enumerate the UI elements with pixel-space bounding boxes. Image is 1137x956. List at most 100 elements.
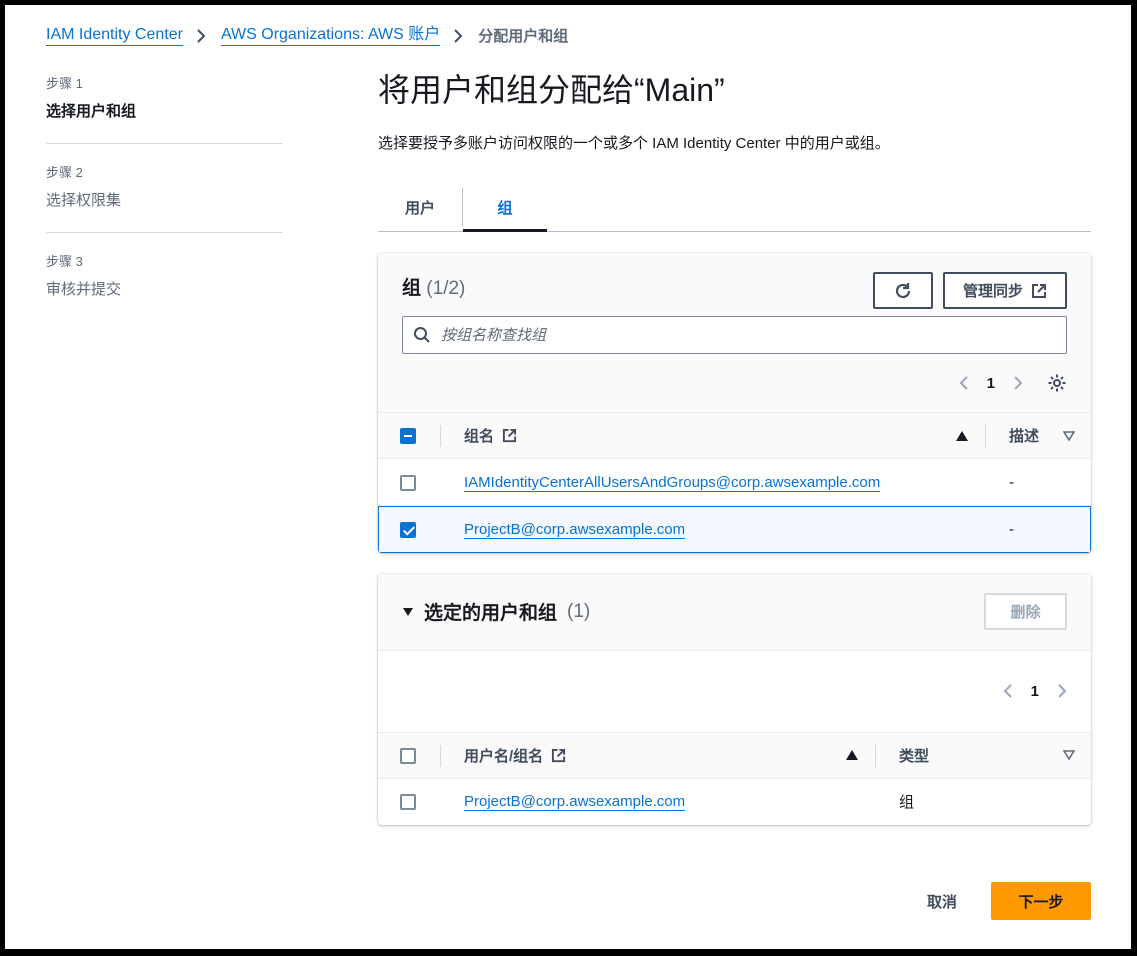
selected-table-header: 用户名/组名 类型	[378, 732, 1091, 778]
next-button[interactable]: 下一步	[991, 882, 1091, 920]
chevron-right-icon[interactable]	[1013, 375, 1023, 391]
table-row[interactable]: IAMIdentityCenterAllUsersAndGroups@corp.…	[378, 459, 1091, 506]
group-name-header[interactable]: 组名	[440, 413, 985, 459]
tab-users[interactable]: 用户	[378, 183, 462, 231]
wizard-step-1[interactable]: 步骤 1 选择用户和组	[46, 73, 283, 144]
group-name-link[interactable]: ProjectB@corp.awsexample.com	[464, 520, 686, 539]
type-cell: 组	[899, 794, 915, 812]
wizard-step-2: 步骤 2 选择权限集	[46, 162, 283, 233]
breadcrumb-link-identity-center[interactable]: IAM Identity Center	[46, 25, 183, 46]
table-row[interactable]: ProjectB@corp.awsexample.com -	[378, 505, 1091, 553]
refresh-button[interactable]	[872, 272, 933, 309]
user-group-name-header[interactable]: 用户名/组名	[440, 732, 875, 778]
row-checkbox-cell	[378, 459, 440, 506]
user-group-name-cell: ProjectB@corp.awsexample.com	[440, 778, 875, 825]
wizard-steps: 步骤 1 选择用户和组 步骤 2 选择权限集 步骤 3 审核并提交	[46, 73, 283, 339]
gear-icon[interactable]	[1047, 373, 1067, 393]
selected-panel-title[interactable]: 选定的用户和组 (1)	[402, 598, 590, 625]
user-group-name-link[interactable]: ProjectB@corp.awsexample.com	[464, 793, 686, 812]
main-content: 将用户和组分配给“Main” 选择要授予多账户访问权限的一个或多个 IAM Id…	[378, 70, 1091, 825]
column-divider	[985, 425, 986, 447]
group-search-input[interactable]	[441, 326, 1056, 344]
description-header-label: 描述	[1009, 428, 1040, 445]
selected-title-text: 选定的用户和组	[424, 603, 558, 624]
column-divider	[875, 744, 876, 767]
selected-pagination-row: 1	[378, 651, 1091, 732]
sort-ascending-icon	[955, 430, 969, 442]
type-header[interactable]: 类型	[875, 732, 1091, 778]
row-checkbox[interactable]	[400, 474, 416, 491]
groups-pagination-row: 1	[402, 354, 1067, 412]
tab-groups[interactable]: 组	[463, 183, 547, 232]
row-checkbox[interactable]	[400, 794, 416, 811]
row-checkbox[interactable]	[400, 521, 416, 538]
cancel-button[interactable]: 取消	[927, 891, 957, 912]
description-cell: -	[1009, 520, 1014, 538]
groups-title-text: 组	[402, 278, 422, 299]
groups-panel: 组 (1/2) 管理同步 按组名称查找组 1 组名 描述 IAMIdentity…	[378, 253, 1091, 553]
manage-sync-label: 管理同步	[962, 283, 1023, 300]
step-name: 选择权限集	[46, 192, 122, 209]
chevron-left-icon[interactable]	[959, 375, 969, 391]
manage-sync-button[interactable]: 管理同步	[942, 272, 1067, 309]
groups-page-number[interactable]: 1	[987, 375, 995, 392]
group-name-link[interactable]: IAMIdentityCenterAllUsersAndGroups@corp.…	[464, 473, 881, 492]
groups-pagination: 1	[959, 375, 1023, 392]
sort-ascending-icon	[845, 749, 859, 761]
page-title: 将用户和组分配给“Main”	[378, 72, 725, 108]
search-icon	[413, 326, 431, 344]
chevron-right-icon	[195, 28, 209, 44]
groups-panel-header: 组 (1/2) 管理同步 按组名称查找组 1	[378, 253, 1091, 412]
column-divider	[440, 744, 441, 767]
table-row[interactable]: ProjectB@corp.awsexample.com 组	[378, 778, 1091, 825]
external-link-icon	[502, 428, 517, 443]
step-number: 步骤 3	[46, 254, 83, 269]
chevron-right-icon	[452, 28, 466, 44]
step-number: 步骤 2	[46, 165, 83, 180]
selected-table: 用户名/组名 类型 ProjectB@corp.awsexample.com 组	[378, 732, 1091, 826]
groups-table-header: 组名 描述	[378, 412, 1091, 459]
user-group-name-header-label: 用户名/组名	[464, 747, 544, 765]
chevron-left-icon[interactable]	[1003, 683, 1013, 699]
breadcrumb-current: 分配用户和组	[478, 28, 569, 45]
column-divider	[440, 425, 441, 447]
selected-pagination: 1	[1003, 683, 1067, 700]
group-name-cell: ProjectB@corp.awsexample.com	[440, 506, 985, 553]
wizard-step-3: 步骤 3 审核并提交	[46, 251, 283, 321]
step-name: 选择用户和组	[46, 103, 137, 120]
selected-page-number[interactable]: 1	[1031, 683, 1039, 700]
wizard-footer: 取消 下一步	[927, 882, 1091, 920]
group-search-field[interactable]	[402, 316, 1067, 354]
select-all-checkbox[interactable]	[400, 747, 416, 764]
caret-down-icon[interactable]	[402, 607, 414, 617]
row-checkbox-cell	[378, 506, 440, 553]
remove-button[interactable]: 删除	[984, 593, 1067, 630]
selected-count: (1)	[567, 600, 591, 622]
page-description: 选择要授予多账户访问权限的一个或多个 IAM Identity Center 中…	[378, 135, 890, 152]
row-checkbox-cell	[378, 778, 440, 825]
groups-table: 组名 描述 IAMIdentityCenterAllUsersAndGroups…	[378, 412, 1091, 553]
group-name-header-label: 组名	[464, 428, 495, 445]
tab-bar: 用户 组	[378, 183, 1091, 232]
breadcrumb-link-organizations[interactable]: AWS Organizations: AWS 账户	[220, 25, 441, 46]
select-all-cell	[378, 732, 440, 778]
sort-icon	[1063, 430, 1075, 441]
selected-panel: 选定的用户和组 (1) 删除 1 用户名/组名 类型 ProjectB@corp…	[378, 573, 1091, 826]
breadcrumb: IAM Identity Center AWS Organizations: A…	[46, 25, 568, 46]
chevron-right-icon[interactable]	[1057, 683, 1067, 699]
app-frame: IAM Identity Center AWS Organizations: A…	[5, 5, 1131, 949]
type-header-label: 类型	[899, 747, 930, 765]
external-link-icon	[1031, 283, 1047, 299]
select-all-checkbox[interactable]	[400, 428, 416, 445]
external-link-icon	[551, 748, 566, 763]
refresh-icon	[893, 281, 913, 301]
selected-panel-header: 选定的用户和组 (1) 删除	[378, 573, 1091, 651]
groups-count: (1/2)	[426, 278, 466, 299]
group-name-cell: IAMIdentityCenterAllUsersAndGroups@corp.…	[440, 459, 985, 506]
select-all-cell	[378, 413, 440, 459]
description-cell: -	[1009, 473, 1014, 491]
description-header[interactable]: 描述	[985, 413, 1091, 459]
groups-actions: 管理同步	[872, 272, 1067, 309]
step-name: 审核并提交	[46, 281, 122, 298]
sort-icon	[1063, 750, 1075, 760]
